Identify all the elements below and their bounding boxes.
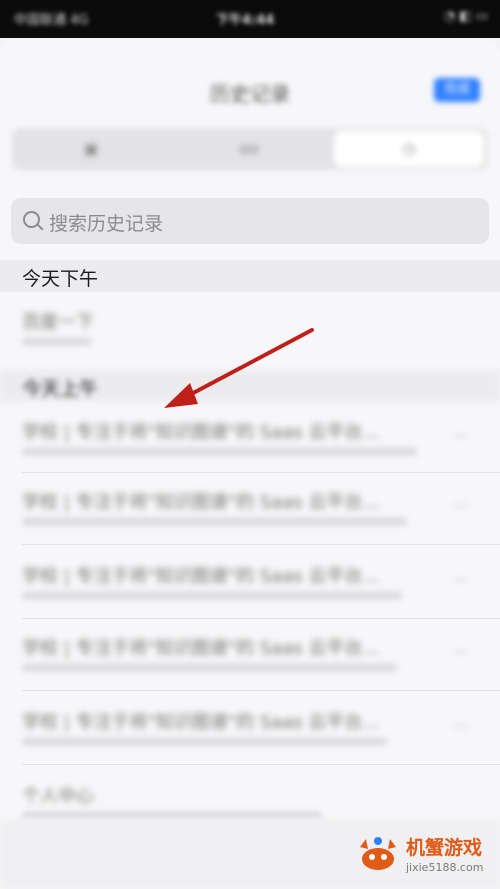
watermark-name: 机蟹游戏 bbox=[406, 837, 483, 859]
history-item-url bbox=[22, 338, 92, 345]
history-sheet: 历史记录 完成 ▣ oo ◷ 搜索历史记录 今天下午 百度一下 今天上午 学校 … bbox=[0, 40, 500, 889]
crab-logo-icon bbox=[360, 837, 396, 870]
history-item-url bbox=[22, 812, 322, 819]
history-item-url bbox=[22, 448, 417, 455]
divider bbox=[22, 690, 500, 691]
divider bbox=[22, 544, 500, 545]
search-icon bbox=[23, 211, 40, 228]
history-item-title: 学校 | 专注于将"知识图谱"的 Saas 云平台... bbox=[22, 712, 380, 733]
history-item-title: 学校 | 专注于将"知识图谱"的 Saas 云平台... bbox=[22, 422, 380, 443]
status-bar: 中国联通 4G 下午4:44 ◔ ◧ ▭ bbox=[0, 0, 500, 38]
section-header-today-am: 今天上午 bbox=[0, 370, 500, 402]
battery-icon: ◔ ◧ ▭ bbox=[443, 9, 488, 24]
watermark-url: jixie5188.com bbox=[406, 861, 484, 874]
history-item-title: 学校 | 专注于将"知识图谱"的 Saas 云平台... bbox=[22, 566, 380, 587]
page-title: 历史记录 bbox=[210, 82, 290, 106]
clock: 下午4:44 bbox=[216, 13, 275, 28]
tab-reading-list[interactable]: oo bbox=[170, 128, 328, 170]
section-header-today-pm: 今天下午 bbox=[0, 260, 500, 292]
done-button[interactable]: 完成 bbox=[434, 78, 480, 102]
divider bbox=[22, 618, 500, 619]
history-item-url bbox=[22, 518, 407, 525]
bookmarks-icon: ▣ bbox=[83, 139, 99, 158]
section-title: 今天下午 bbox=[22, 268, 99, 290]
history-item-title: 学校 | 专注于将"知识图谱"的 Saas 云平台... bbox=[22, 638, 380, 659]
search-input[interactable]: 搜索历史记录 bbox=[11, 198, 489, 244]
more-icon[interactable]: ... bbox=[453, 566, 468, 585]
section-title: 今天上午 bbox=[22, 378, 99, 400]
tab-history[interactable]: ◷ bbox=[334, 131, 484, 167]
divider bbox=[22, 472, 500, 473]
more-icon[interactable]: ... bbox=[453, 712, 468, 731]
history-item-url bbox=[22, 664, 397, 671]
history-item-title: 个人中心 bbox=[22, 786, 94, 807]
nav-bar: 历史记录 完成 bbox=[0, 40, 500, 135]
carrier-label: 中国联通 4G bbox=[14, 13, 89, 28]
reading-list-icon: oo bbox=[239, 139, 259, 158]
more-icon[interactable]: ... bbox=[453, 422, 468, 441]
history-item-title: 学校 | 专注于将"知识图谱"的 Saas 云平台... bbox=[22, 492, 380, 513]
history-item-title: 百度一下 bbox=[22, 312, 94, 333]
tab-bookmarks[interactable]: ▣ bbox=[12, 128, 170, 170]
more-icon[interactable]: ... bbox=[453, 638, 468, 657]
history-item-url bbox=[22, 738, 387, 745]
divider bbox=[22, 764, 500, 765]
more-icon[interactable]: ... bbox=[453, 492, 468, 511]
search-placeholder: 搜索历史记录 bbox=[49, 213, 164, 235]
history-item-url bbox=[22, 592, 402, 599]
segmented-control: ▣ oo ◷ bbox=[12, 128, 488, 170]
watermark: 机蟹游戏 jixie5188.com bbox=[354, 829, 492, 881]
clock-icon: ◷ bbox=[402, 139, 416, 158]
